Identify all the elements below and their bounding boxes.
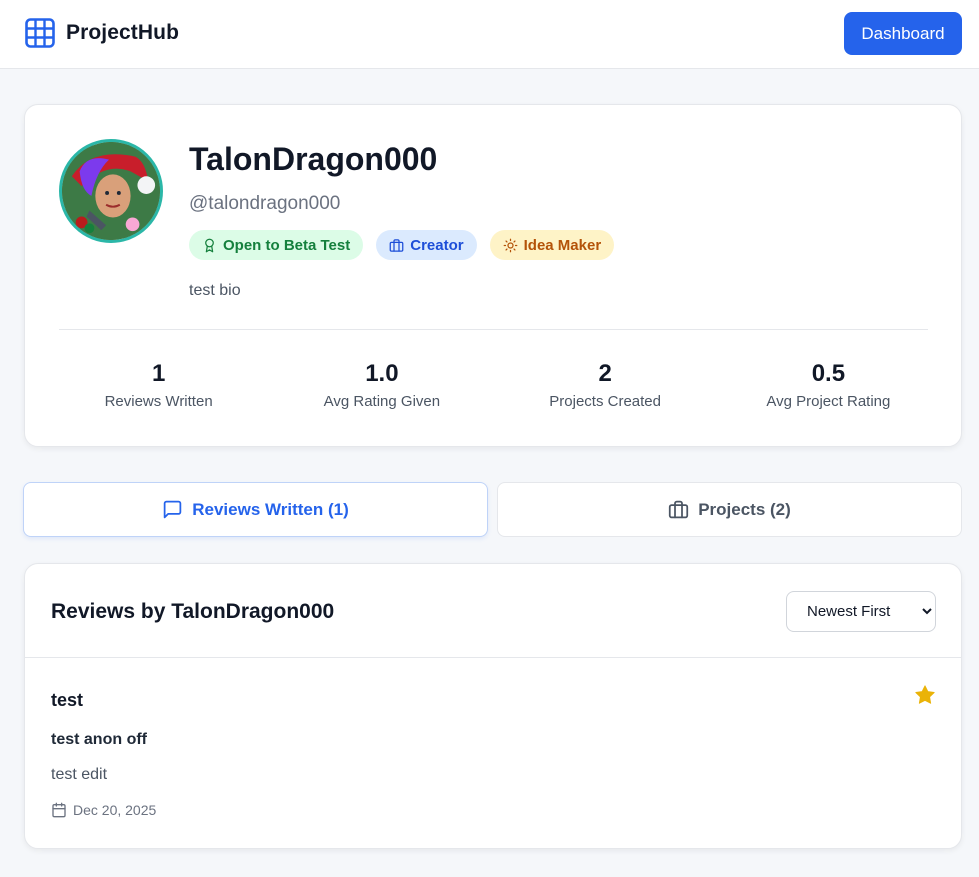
divider [59,329,928,330]
stat-value: 0.5 [811,360,846,387]
badge-label: Idea Maker [523,236,602,254]
star-icon [915,685,935,704]
briefcase-icon [389,238,404,252]
stat-label: Projects Created [549,393,661,410]
profile-handle: @talondragon000 [189,193,341,214]
badge-creator: Creator [376,230,477,260]
calendar-icon [52,802,66,818]
stat-value: 1.0 [365,360,399,387]
reviews-card: Reviews by TalonDragon000 Newest First t… [24,563,962,849]
brand-name: ProjectHub [66,21,180,44]
profile-name: TalonDragon000 [189,141,438,177]
stat-avg-rating-given: 1.0 Avg Rating Given [270,359,493,410]
divider [25,657,961,658]
stat-avg-project-rating: 0.5 Avg Project Rating [717,359,940,410]
sort-select[interactable]: Newest First [786,591,936,632]
review-body: test edit [51,766,108,783]
stat-projects-created: 2 Projects Created [494,359,717,410]
badge-list: Open to Beta Test Creator Idea Maker [189,230,615,260]
dashboard-button[interactable]: Dashboard [844,12,962,55]
tab-projects[interactable]: Projects (2) [497,482,962,537]
stat-value: 2 [598,360,612,387]
tab-label: Projects (2) [698,499,791,519]
review-date-text: Dec 20, 2025 [73,802,157,818]
profile-bio: test bio [189,282,241,299]
stat-label: Reviews Written [104,393,213,410]
briefcase-icon [669,500,689,519]
tab-label: Reviews Written (1) [192,499,349,519]
review-subtitle: test anon off [51,731,147,748]
badge-idea-maker: Idea Maker [489,230,615,260]
badge-label: Open to Beta Test [223,236,351,254]
avatar [59,139,163,243]
award-icon [205,238,214,252]
profile-card: TalonDragon000 @talondragon000 Open to B… [24,104,962,447]
stat-value: 1 [151,360,166,387]
top-nav-bar: ProjectHub Dashboard [0,0,979,69]
reviews-title: Reviews by TalonDragon000 [51,600,335,623]
review-title: test [51,690,84,710]
badge-open-to-beta-test: Open to Beta Test [189,230,364,260]
message-square-icon [163,500,182,519]
review-date: Dec 20, 2025 [51,802,156,818]
stat-reviews-written: 1 Reviews Written [47,359,270,410]
stat-label: Avg Rating Given [323,393,441,410]
brand[interactable]: ProjectHub [25,18,179,48]
tab-reviews-written[interactable]: Reviews Written (1) [23,482,488,537]
grid-icon [25,18,55,48]
stat-label: Avg Project Rating [766,393,891,410]
avatar-image [62,142,160,240]
stats-row: 1 Reviews Written 1.0 Avg Rating Given 2… [47,359,940,410]
sun-icon [503,238,517,252]
badge-label: Creator [410,236,464,254]
